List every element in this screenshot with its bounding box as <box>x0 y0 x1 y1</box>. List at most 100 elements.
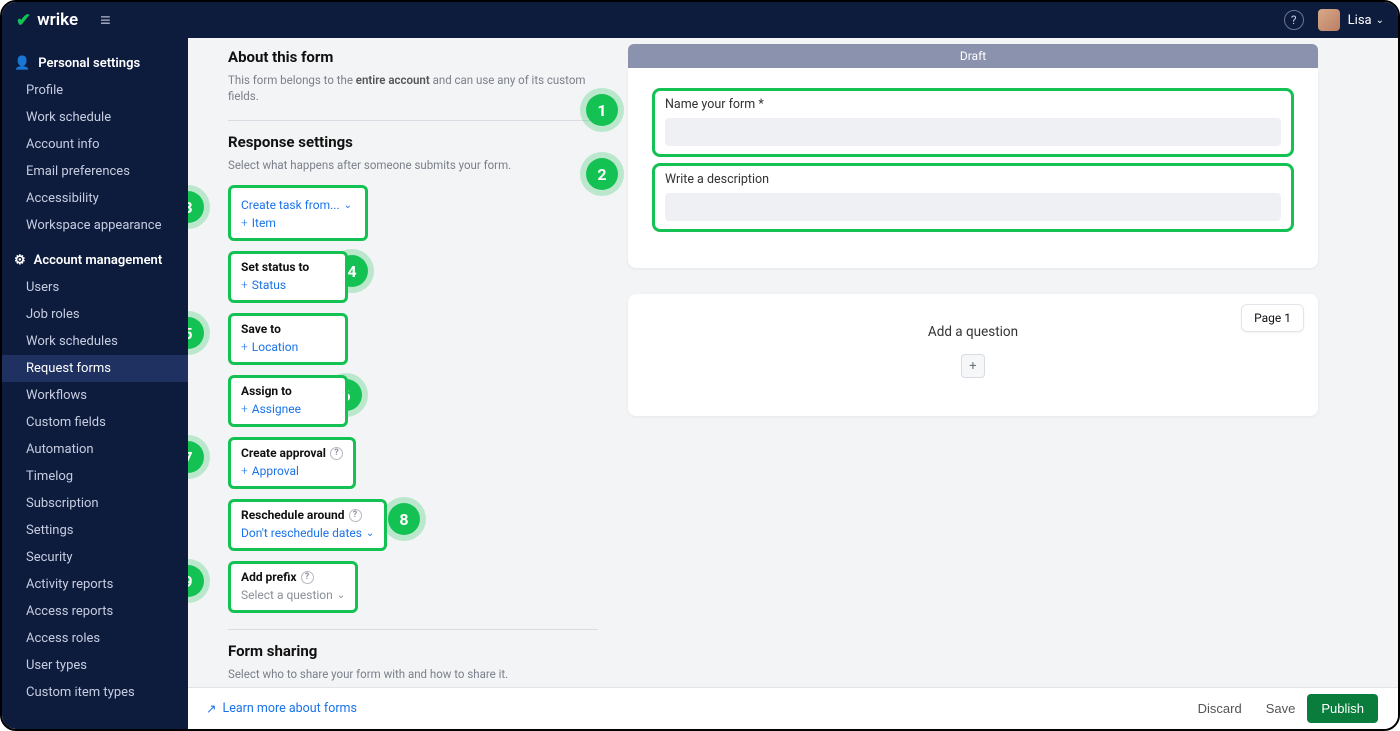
draft-badge: Draft <box>628 44 1318 68</box>
form-canvas: Draft 1 2 Name your form * Write a descr… <box>628 44 1318 729</box>
create-task-dropdown[interactable]: Create task from...⌄ <box>241 198 355 212</box>
sidebar-item-requestforms[interactable]: Request forms <box>2 355 188 382</box>
question-stage: Page 1 Add a question + <box>628 294 1318 416</box>
plus-icon: + <box>969 359 976 374</box>
save-to-label: Save to <box>241 322 335 336</box>
sidebar-item-settings[interactable]: Settings <box>2 517 188 544</box>
sidebar-item-subscription[interactable]: Subscription <box>2 490 188 517</box>
add-item-link[interactable]: +Item <box>241 216 355 230</box>
prefix-card: Add prefix ? Select a question⌄ <box>228 561 358 613</box>
discard-button[interactable]: Discard <box>1186 695 1254 722</box>
add-question-button[interactable]: + <box>961 354 985 378</box>
sidebar-item-security[interactable]: Security <box>2 544 188 571</box>
sidebar-item-users[interactable]: Users <box>2 274 188 301</box>
annotation-3: 3 <box>188 191 204 223</box>
sidebar-item-accessibility[interactable]: Accessibility <box>2 185 188 212</box>
help-icon[interactable]: ? <box>1284 10 1304 30</box>
annotation-5: 5 <box>188 317 204 349</box>
annotation-9: 9 <box>188 565 204 597</box>
create-task-card: Create task from...⌄ +Item <box>228 185 368 241</box>
user-name-label: Lisa <box>1348 13 1372 28</box>
help-dot-icon[interactable]: ? <box>301 571 314 584</box>
plus-icon: + <box>241 278 248 292</box>
sidebar-item-appearance[interactable]: Workspace appearance <box>2 212 188 239</box>
assign-to-card: Assign to +Assignee <box>228 375 348 427</box>
sidebar-section-label: Personal settings <box>38 56 140 71</box>
add-question-label: Add a question <box>652 324 1294 340</box>
sidebar-item-accountinfo[interactable]: Account info <box>2 131 188 158</box>
menu-toggle-icon[interactable]: ≡ <box>100 10 111 31</box>
sidebar-section-account: ⚙ Account management <box>2 247 188 274</box>
publish-button[interactable]: Publish <box>1307 694 1378 723</box>
sidebar-item-accessreports[interactable]: Access reports <box>2 598 188 625</box>
sidebar-item-accessroles[interactable]: Access roles <box>2 625 188 652</box>
annotation-8: 8 <box>388 503 420 535</box>
chevron-down-icon: ⌄ <box>337 590 345 601</box>
plus-icon: + <box>241 216 248 230</box>
prefix-label: Add prefix ? <box>241 570 345 584</box>
set-status-label: Set status to <box>241 260 335 274</box>
page-indicator[interactable]: Page 1 <box>1241 304 1304 332</box>
avatar[interactable] <box>1318 9 1340 31</box>
response-sub: Select what happens after someone submit… <box>228 157 598 173</box>
about-text: This form belongs to the entire account … <box>228 72 598 104</box>
save-button[interactable]: Save <box>1254 695 1308 722</box>
approval-label: Create approval ? <box>241 446 343 460</box>
response-title: Response settings <box>228 133 598 151</box>
add-assignee-link[interactable]: +Assignee <box>241 402 335 416</box>
set-status-card: Set status to +Status <box>228 251 348 303</box>
sidebar-item-usertypes[interactable]: User types <box>2 652 188 679</box>
footer-bar: ↗ Learn more about forms Discard Save Pu… <box>188 687 1398 729</box>
external-link-icon: ↗ <box>206 701 216 717</box>
approval-card: Create approval ? +Approval <box>228 437 356 489</box>
help-dot-icon[interactable]: ? <box>349 509 362 522</box>
sidebar-item-automation[interactable]: Automation <box>2 436 188 463</box>
sidebar-item-jobroles[interactable]: Job roles <box>2 301 188 328</box>
sidebar-item-customitemtypes[interactable]: Custom item types <box>2 679 188 706</box>
annotation-7: 7 <box>188 441 204 473</box>
add-location-link[interactable]: +Location <box>241 340 335 354</box>
sidebar-item-workschedules[interactable]: Work schedules <box>2 328 188 355</box>
annotation-2: 2 <box>586 158 618 190</box>
sidebar-section-label: Account management <box>34 253 163 268</box>
sidebar-section-personal: 👤 Personal settings <box>2 50 188 77</box>
reschedule-label: Reschedule around ? <box>241 508 374 522</box>
form-name-label: Name your form * <box>665 97 1281 112</box>
about-title: About this form <box>228 48 598 66</box>
sidebar-item-activityreports[interactable]: Activity reports <box>2 571 188 598</box>
brand-logo: ✔ wrike <box>16 10 78 31</box>
form-desc-label: Write a description <box>665 172 1281 187</box>
form-desc-input[interactable] <box>665 193 1281 221</box>
sidebar-item-workschedule[interactable]: Work schedule <box>2 104 188 131</box>
chevron-down-icon: ⌄ <box>1376 15 1384 26</box>
assign-to-label: Assign to <box>241 384 335 398</box>
sidebar-item-customfields[interactable]: Custom fields <box>2 409 188 436</box>
sidebar-item-profile[interactable]: Profile <box>2 77 188 104</box>
sidebar-item-emailprefs[interactable]: Email preferences <box>2 158 188 185</box>
reschedule-dropdown[interactable]: Don't reschedule dates⌄ <box>241 526 374 540</box>
main-area: About this form This form belongs to the… <box>188 38 1398 729</box>
settings-panel: About this form This form belongs to the… <box>228 44 598 729</box>
sharing-sub: Select who to share your form with and h… <box>228 666 598 682</box>
add-approval-link[interactable]: +Approval <box>241 464 343 478</box>
add-status-link[interactable]: +Status <box>241 278 335 292</box>
topbar: ✔ wrike ≡ ? Lisa ⌄ <box>2 2 1398 38</box>
form-name-field[interactable]: Name your form * <box>652 88 1294 157</box>
brand-name: wrike <box>37 10 78 30</box>
reschedule-card: Reschedule around ? Don't reschedule dat… <box>228 499 387 551</box>
chevron-down-icon: ⌄ <box>344 200 352 211</box>
plus-icon: + <box>241 340 248 354</box>
user-icon: 👤 <box>14 56 30 71</box>
sidebar: 👤 Personal settings Profile Work schedul… <box>2 38 188 729</box>
annotation-1: 1 <box>586 94 618 126</box>
sidebar-item-timelog[interactable]: Timelog <box>2 463 188 490</box>
help-dot-icon[interactable]: ? <box>330 447 343 460</box>
prefix-dropdown[interactable]: Select a question⌄ <box>241 588 345 602</box>
form-name-input[interactable] <box>665 118 1281 146</box>
form-desc-field[interactable]: Write a description <box>652 163 1294 232</box>
learn-more-link[interactable]: ↗ Learn more about forms <box>206 701 357 717</box>
sidebar-item-workflows[interactable]: Workflows <box>2 382 188 409</box>
save-to-card: Save to +Location <box>228 313 348 365</box>
plus-icon: + <box>241 464 248 478</box>
user-menu[interactable]: Lisa ⌄ <box>1348 13 1384 28</box>
